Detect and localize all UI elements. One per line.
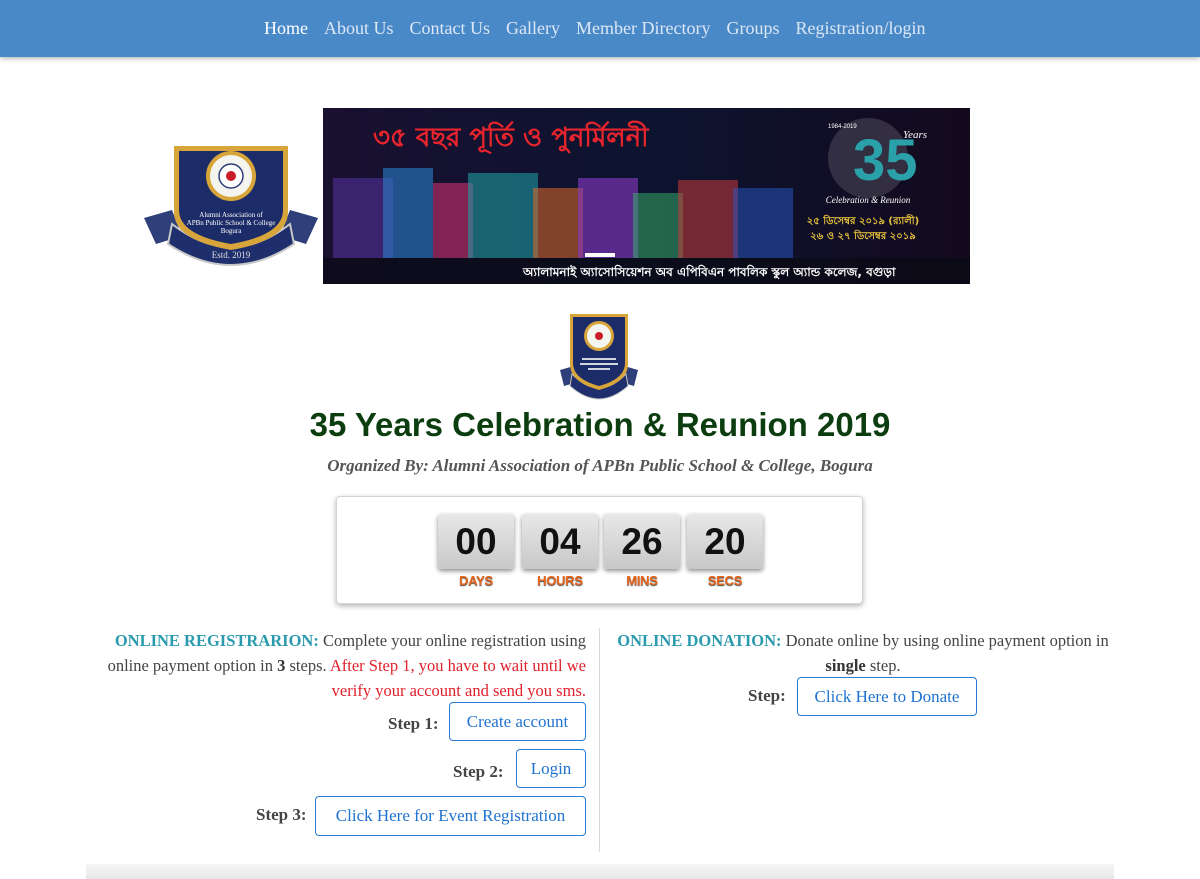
banner-graphic: ৩৫ বছর পূর্তি ও পুনর্মিলনী 1984-2019 35 …	[323, 108, 970, 284]
registration-text2: steps.	[285, 656, 330, 675]
donation-section: ONLINE DONATION: Donate online by using …	[612, 628, 1114, 678]
countdown-mins-label: MINS	[626, 573, 658, 588]
nav-menu: Home About Us Contact Us Gallery Member …	[256, 0, 933, 57]
countdown-hours: 04 HOURS	[522, 514, 598, 588]
countdown-hours-value: 04	[522, 514, 598, 569]
banner-date2: ২৬ ও ২৭ ডিসেম্বর ২০১৯	[810, 229, 916, 242]
reunion-banner-image: ৩৫ বছর পূর্তি ও পুনর্মিলনী 1984-2019 35 …	[323, 108, 970, 284]
badge-years: Years	[903, 129, 927, 141]
countdown-secs: 20 SECS	[687, 514, 763, 588]
donate-button[interactable]: Click Here to Donate	[797, 677, 977, 716]
page-subtitle: Organized By: Alumni Association of APBn…	[327, 456, 873, 475]
nav-groups[interactable]: Groups	[718, 18, 787, 39]
donation-text1: Donate online by using online payment op…	[781, 631, 1109, 650]
countdown-hours-label: HOURS	[537, 573, 583, 588]
badge-celebration: Celebration & Reunion	[826, 195, 911, 205]
nav-contact-us[interactable]: Contact Us	[402, 18, 499, 39]
nav-about-us[interactable]: About Us	[316, 18, 402, 39]
event-registration-button[interactable]: Click Here for Event Registration	[315, 796, 586, 836]
estd-text: Estd. 2019	[212, 250, 251, 260]
crest-text-line3: Bogura	[221, 227, 243, 235]
countdown-days-label: DAYS	[459, 573, 493, 588]
countdown-mins: 26 MINS	[604, 514, 680, 588]
countdown-mins-value: 26	[604, 514, 680, 569]
banner-date1: ২৫ ডিসেম্বর ২০১৯ (র‍্যালী)	[807, 213, 919, 227]
top-navbar: Home About Us Contact Us Gallery Member …	[0, 0, 1200, 57]
nav-home[interactable]: Home	[256, 18, 316, 39]
donation-single: single	[825, 656, 866, 675]
login-button[interactable]: Login	[516, 749, 586, 788]
nav-gallery[interactable]: Gallery	[498, 18, 568, 39]
step1-label: Step 1:	[388, 714, 439, 733]
step3-label: Step 3:	[256, 805, 307, 824]
association-crest-small-logo	[560, 314, 638, 400]
countdown-days: 00 DAYS	[438, 514, 514, 588]
nav-registration-login[interactable]: Registration/login	[787, 18, 933, 39]
step2-label: Step 2:	[453, 762, 504, 781]
page-title: 35 Years Celebration & Reunion 2019	[309, 406, 891, 443]
registration-warning: After Step 1, you have to wait until we …	[329, 656, 586, 700]
column-divider	[599, 628, 600, 852]
donation-heading: ONLINE DONATION:	[617, 631, 782, 650]
countdown-secs-label: SECS	[707, 573, 743, 588]
crest-text-line1: Alumni Association of	[199, 211, 263, 219]
registration-heading: ONLINE REGISTRARION:	[114, 631, 319, 650]
banner-headline: ৩৫ বছর পূর্তি ও পুনর্মিলনী	[373, 120, 650, 154]
footer-edge	[86, 864, 1114, 879]
registration-section: ONLINE REGISTRARION: Complete your onlin…	[100, 628, 586, 703]
donation-step-label: Step:	[748, 686, 786, 705]
donation-text2: step.	[865, 656, 901, 675]
create-account-button[interactable]: Create account	[449, 702, 586, 741]
crest-text-line2: APBn Public School & College	[187, 219, 276, 227]
countdown-days-value: 00	[438, 514, 514, 569]
banner-footer-text: অ্যালামনাই অ্যাসোসিয়েশন অব এপিবিএন পাবল…	[522, 264, 896, 281]
nav-member-directory[interactable]: Member Directory	[568, 18, 718, 39]
countdown-timer: 00 DAYS 04 HOURS 26 MINS 20 SECS	[336, 496, 863, 604]
association-crest-logo: Estd. 2019 Alumni Association of APBn Pu…	[144, 146, 318, 266]
countdown-secs-value: 20	[687, 514, 763, 569]
